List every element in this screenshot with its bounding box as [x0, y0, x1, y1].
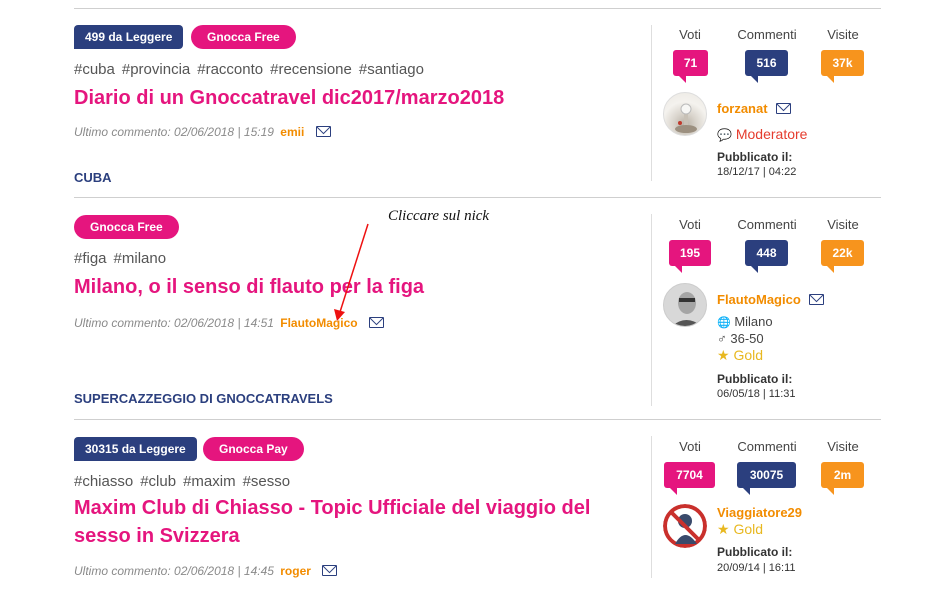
age-label: 36-50	[730, 331, 764, 346]
comments-icon: 💬	[717, 128, 732, 142]
tag-link[interactable]: #figa	[74, 250, 107, 267]
votes-count: 7704	[664, 462, 715, 495]
category-badge[interactable]: Gnocca Free	[74, 215, 179, 239]
avatar[interactable]	[663, 92, 707, 136]
published-date: 06/05/18 | 11:31	[717, 388, 796, 400]
tag-list: #cuba #provincia #racconto #recensione #sant…	[74, 61, 431, 78]
published-date: 20/09/14 | 16:11	[717, 562, 796, 574]
thread-list-page: 499 da Leggere Gnocca Free #cuba #provinc…	[0, 0, 934, 590]
user-level: ★ Gold	[717, 347, 763, 364]
city-label: Milano	[734, 314, 773, 329]
unread-count-badge[interactable]: 499 da Leggere	[74, 25, 184, 49]
last-comment-label: Ultimo commento:	[74, 564, 171, 578]
tag-link[interactable]: #milano	[114, 250, 167, 267]
tag-link[interactable]: #sesso	[243, 473, 291, 490]
column-divider	[651, 25, 652, 181]
comments-count: 448	[745, 240, 788, 273]
tag-link[interactable]: #club	[140, 473, 176, 490]
published-label: Pubblicato il:	[717, 545, 793, 559]
author-name[interactable]: forzanat	[717, 101, 768, 116]
section-title[interactable]: CUBA	[74, 170, 112, 185]
user-age: ♂ 36-50	[717, 331, 764, 346]
comments-count: 516	[745, 50, 788, 83]
divider	[74, 419, 881, 420]
visits-count: 2m	[821, 462, 864, 495]
category-badge[interactable]: Gnocca Pay	[203, 437, 304, 461]
thread-title[interactable]: Diario di un Gnoccatravel dic2017/marzo2…	[74, 84, 644, 112]
mail-icon[interactable]	[808, 294, 824, 305]
tag-list: #figa #milano	[74, 250, 173, 267]
column-divider	[651, 214, 652, 406]
level-label: Gold	[733, 521, 764, 537]
tag-link[interactable]: #chiasso	[74, 473, 133, 490]
mail-icon[interactable]	[322, 565, 338, 576]
star-icon: ★	[717, 521, 730, 537]
visits-header: Visite	[827, 217, 859, 232]
divider	[74, 197, 881, 198]
author-name[interactable]: FlautoMagico	[717, 292, 801, 307]
level-label: Gold	[733, 347, 764, 363]
annotation-arrow	[334, 223, 369, 321]
mail-icon[interactable]	[775, 103, 791, 114]
last-comment-nick[interactable]: emii	[280, 125, 304, 139]
section-title[interactable]: SUPERCAZZEGGIO DI GNOCCATRAVELS	[74, 391, 333, 406]
divider	[74, 8, 881, 9]
unread-count-badge[interactable]: 30315 da Leggere	[74, 437, 197, 461]
votes-count: 195	[669, 240, 711, 273]
globe-icon: 🌐	[717, 317, 731, 329]
tag-link[interactable]: #racconto	[197, 61, 263, 78]
star-icon: ★	[717, 347, 730, 363]
author-nick[interactable]: Viaggiatore29	[717, 505, 802, 520]
last-comment: Ultimo commento: 02/06/2018 | 15:19 emii	[74, 125, 331, 139]
last-comment-date: 02/06/2018 | 14:45	[174, 564, 274, 578]
role-label: Moderatore	[735, 126, 808, 142]
published-date: 18/12/17 | 04:22	[717, 166, 797, 178]
votes-count: 71	[673, 50, 708, 83]
comments-count: 30075	[737, 462, 796, 495]
visits-count: 22k	[821, 240, 864, 273]
tag-link[interactable]: #recensione	[270, 61, 352, 78]
avatar[interactable]	[663, 504, 707, 548]
tag-link[interactable]: #santiago	[359, 61, 424, 78]
visits-header: Visite	[827, 27, 859, 42]
tag-link[interactable]: #maxim	[183, 473, 236, 490]
role-badge: 💬 Moderatore	[717, 126, 807, 142]
thread-title[interactable]: Maxim Club di Chiasso - Topic Ufficiale …	[74, 494, 644, 550]
last-comment: Ultimo commento: 02/06/2018 | 14:45 roge…	[74, 564, 338, 578]
column-divider	[651, 436, 652, 578]
avatar[interactable]	[663, 283, 707, 327]
last-comment-label: Ultimo commento:	[74, 125, 171, 139]
annotation-text: Cliccare sul nick	[388, 208, 490, 224]
visits-count: 37k	[821, 50, 864, 83]
user-level: ★ Gold	[717, 521, 763, 538]
male-icon: ♂	[717, 331, 727, 346]
tag-link[interactable]: #cuba	[74, 61, 115, 78]
last-comment-date: 02/06/2018 | 14:51	[174, 316, 274, 330]
author-name[interactable]: Viaggiatore29	[717, 505, 802, 520]
tag-list: #chiasso #club #maxim #sesso	[74, 473, 297, 490]
author-nick[interactable]: forzanat	[717, 101, 791, 116]
last-comment-nick[interactable]: roger	[280, 564, 311, 578]
user-city: 🌐 Milano	[717, 314, 773, 329]
published-label: Pubblicato il:	[717, 372, 793, 386]
mail-icon[interactable]	[315, 126, 331, 137]
visits-header: Visite	[827, 439, 859, 454]
category-badge[interactable]: Gnocca Free	[191, 25, 296, 49]
author-nick[interactable]: FlautoMagico	[717, 292, 824, 307]
last-comment-date: 02/06/2018 | 15:19	[174, 125, 274, 139]
tag-link[interactable]: #provincia	[122, 61, 190, 78]
published-label: Pubblicato il:	[717, 150, 793, 164]
last-comment-label: Ultimo commento:	[74, 316, 171, 330]
